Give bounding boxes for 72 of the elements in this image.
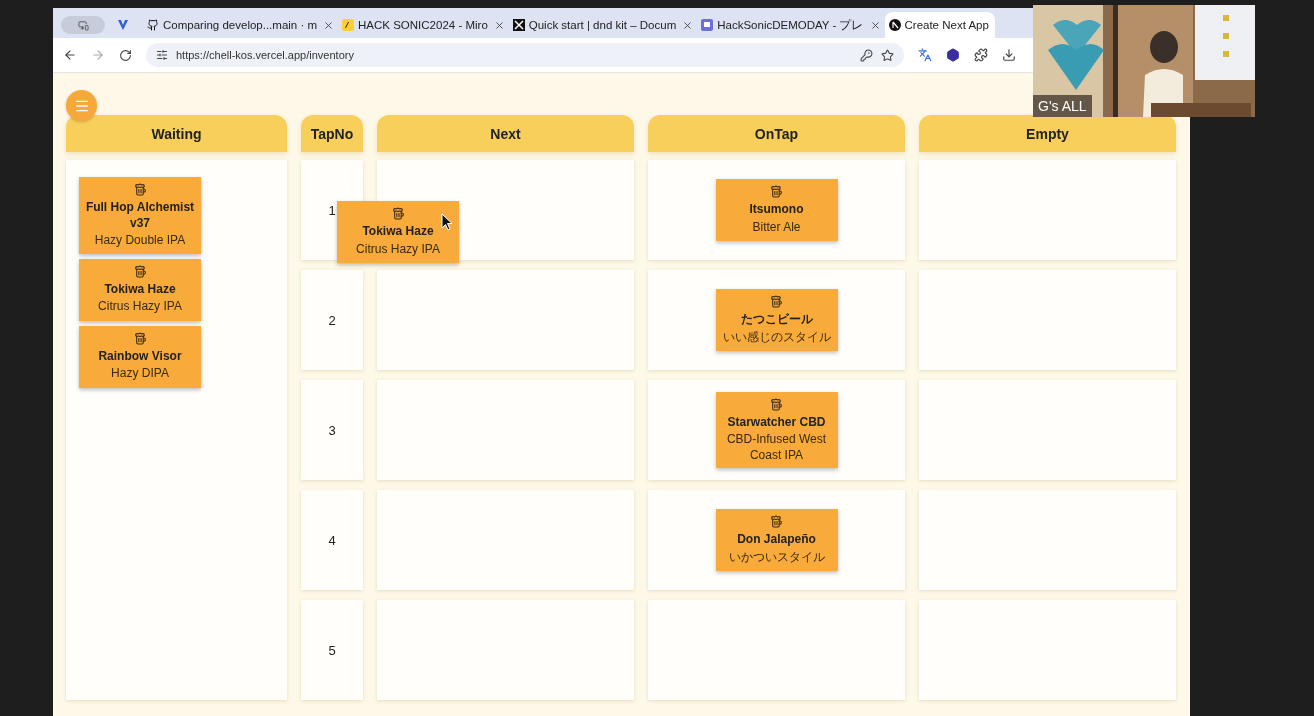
browser-tab[interactable]: Comparing develop...main · m (143, 12, 339, 38)
beer-mug-icon (770, 295, 783, 308)
star-icon[interactable] (881, 48, 894, 62)
beer-style: Bitter Ale (752, 219, 801, 236)
beer-name: Tokiwa Haze (362, 224, 434, 240)
tap-number: 3 (301, 380, 363, 480)
translate-icon[interactable] (918, 48, 932, 62)
back-icon[interactable] (63, 48, 77, 62)
reload-icon[interactable] (119, 48, 132, 62)
key-icon[interactable] (860, 48, 873, 62)
cursor-icon (441, 213, 453, 231)
column-header: OnTap (648, 115, 905, 152)
close-icon[interactable] (323, 19, 335, 31)
close-icon[interactable] (682, 19, 694, 31)
address-field[interactable]: https://chell-kos.vercel.app/inventory (146, 43, 904, 67)
github-icon (147, 19, 159, 31)
participant-name: G's ALL (1033, 95, 1092, 117)
beer-card[interactable]: Starwatcher CBD CBD-Infused West Coast IPA (715, 391, 838, 469)
beer-name: Rainbow Visor (98, 348, 182, 365)
beer-card[interactable]: Full Hop Alchemist v37 Hazy Double IPA (79, 177, 201, 254)
tab-title: Create Next App (904, 19, 989, 31)
tab-title: Comparing develop...main · m (163, 19, 318, 31)
column-header: Next (377, 115, 634, 152)
beer-style: いい感じのスタイル (722, 329, 831, 346)
beer-mug-icon (133, 264, 147, 278)
beer-style: Hazy Double IPA (94, 233, 186, 249)
tap-number: 2 (301, 270, 363, 370)
url-text: https://chell-kos.vercel.app/inventory (176, 49, 354, 61)
browser-tab[interactable]: HackSonicDEMODAY - プレ (697, 12, 885, 38)
beer-name: Starwatcher CBD (727, 414, 826, 431)
browser-tab[interactable]: Create Next App (884, 12, 995, 38)
beer-name: Tokiwa Haze (104, 281, 176, 298)
puzzle-icon[interactable] (974, 48, 988, 62)
tab-title: HACK SONIC2024 - Miro (358, 19, 488, 31)
beer-style: Citrus Hazy IPA (98, 299, 182, 315)
beer-style: CBD-Infused West Coast IPA (725, 432, 828, 464)
beer-name: Don Jalapeño (737, 532, 816, 548)
close-icon[interactable] (869, 19, 881, 31)
site-settings-icon[interactable] (156, 49, 168, 61)
screen-icon (77, 19, 89, 31)
beer-style: いかついスタイル (728, 549, 825, 566)
beer-name: Itsumono (749, 202, 804, 218)
beer-mug-icon (133, 183, 147, 196)
v-logo-icon (117, 19, 129, 31)
download-icon[interactable] (1002, 48, 1016, 62)
beer-mug-icon (770, 185, 783, 198)
slides-icon (701, 19, 714, 31)
tap-number: 4 (301, 490, 363, 590)
browser-tab[interactable]: Quick start | dnd kit – Docum (508, 12, 698, 38)
tab-title: Quick start | dnd kit – Docum (528, 19, 677, 31)
browser-tab[interactable]: HACK SONIC2024 - Miro (338, 12, 509, 38)
beer-mug-icon (391, 207, 405, 220)
beer-card[interactable]: Rainbow Visor Hazy DIPA (79, 325, 201, 388)
beer-card[interactable]: Don Jalapeño いかついスタイル (715, 509, 838, 571)
beer-mug-icon (770, 397, 783, 411)
beer-mug-icon (133, 331, 147, 345)
column-header: Empty (919, 115, 1176, 152)
beer-style: Hazy DIPA (111, 366, 169, 382)
beer-card[interactable]: Itsumono Bitter Ale (715, 179, 838, 241)
beer-card[interactable]: Tokiwa Haze Citrus Hazy IPA (337, 201, 459, 263)
tab-title: HackSonicDEMODAY - プレ (717, 17, 864, 33)
tap-number: 5 (301, 600, 363, 700)
column-header: Waiting (66, 115, 287, 152)
beer-name: たつこビール (740, 312, 813, 328)
column-header: TapNo (301, 115, 363, 152)
extension-icon[interactable] (946, 48, 960, 62)
grid-logo-icon (512, 19, 525, 31)
beer-mug-icon (770, 515, 783, 528)
beer-card[interactable]: Tokiwa Haze Citrus Hazy IPA (79, 258, 201, 321)
beer-card[interactable]: たつこビール いい感じのスタイル (715, 289, 838, 351)
beer-name: Full Hop Alchemist v37 (84, 200, 196, 232)
close-icon[interactable] (493, 19, 505, 31)
